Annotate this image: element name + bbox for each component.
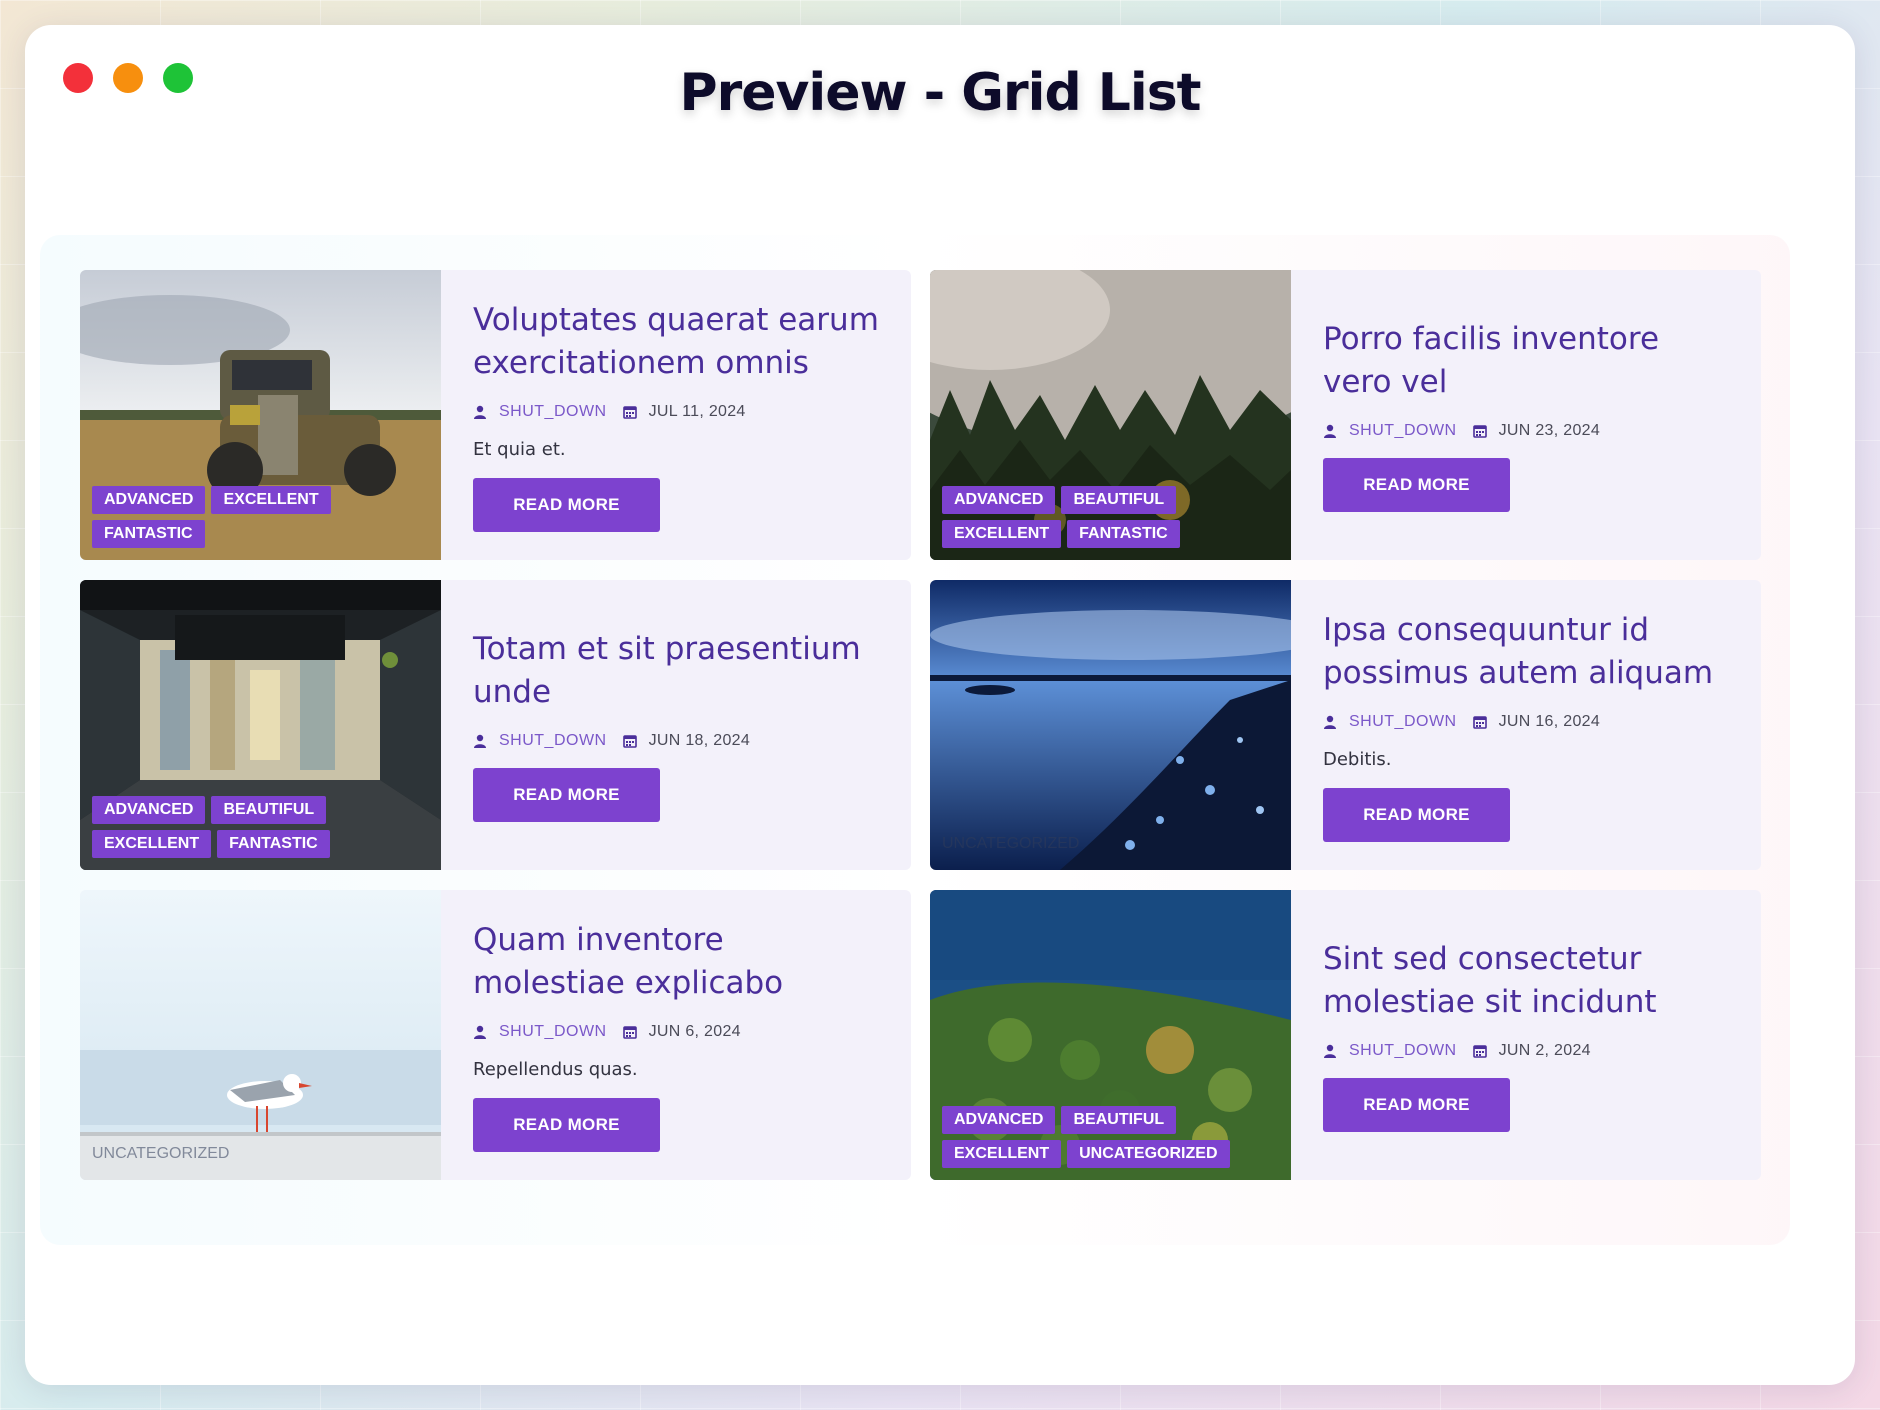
read-more-button[interactable]: READ MORE (473, 477, 660, 532)
tag-uncategorized[interactable]: UNCATEGORIZED (92, 1140, 229, 1168)
calendar-icon (622, 405, 637, 419)
post-thumbnail[interactable]: ADVANCED EXCELLENT FANTASTIC (80, 270, 441, 560)
tag-excellent[interactable]: EXCELLENT (92, 830, 212, 858)
post-card: UNCATEGORIZED Quam inventore molestiae e… (80, 890, 911, 1180)
post-author[interactable]: SHUT_DOWN (499, 1023, 607, 1041)
post-date: JUN 16, 2024 (1498, 712, 1601, 730)
tag-list: ADVANCED EXCELLENT FANTASTIC (92, 486, 435, 548)
tag-advanced[interactable]: ADVANCED (92, 486, 206, 514)
tag-excellent[interactable]: EXCELLENT (942, 1140, 1062, 1168)
post-author[interactable]: SHUT_DOWN (1349, 713, 1457, 731)
user-icon (1324, 715, 1336, 729)
read-more-button[interactable]: READ MORE (1323, 1078, 1510, 1132)
post-body: Voluptates quaerat earum exercitationem … (441, 270, 911, 560)
tag-fantastic[interactable]: FANTASTIC (92, 520, 205, 548)
post-title[interactable]: Voluptates quaerat earum exercitationem … (473, 299, 879, 385)
post-title[interactable]: Totam et sit praesentium unde (473, 628, 879, 714)
tag-beautiful[interactable]: BEAUTIFUL (1061, 486, 1177, 514)
post-meta: SHUT_DOWN JUN 18, 2024 (473, 732, 879, 750)
post-title[interactable]: Porro facilis inventore vero vel (1323, 318, 1729, 404)
tag-beautiful[interactable]: BEAUTIFUL (211, 796, 327, 824)
post-body: Quam inventore molestiae explicabo SHUT_… (441, 890, 911, 1180)
post-author[interactable]: SHUT_DOWN (1349, 422, 1457, 440)
calendar-icon (1472, 425, 1487, 438)
post-card: UNCATEGORIZED Ipsa consequuntur id possi… (930, 580, 1761, 870)
post-body: Sint sed consectetur molestiae sit incid… (1291, 890, 1761, 1180)
post-date: JUN 6, 2024 (648, 1022, 741, 1040)
post-thumbnail[interactable]: UNCATEGORIZED (80, 890, 441, 1180)
post-thumbnail[interactable]: ADVANCED BEAUTIFUL EXCELLENT FANTASTIC (80, 580, 441, 870)
tag-advanced[interactable]: ADVANCED (942, 1106, 1056, 1134)
tag-excellent[interactable]: EXCELLENT (942, 520, 1062, 548)
post-image (80, 890, 441, 1180)
tag-advanced[interactable]: ADVANCED (92, 796, 206, 824)
calendar-icon (1472, 1045, 1487, 1058)
post-thumbnail[interactable]: ADVANCED BEAUTIFUL EXCELLENT UNCATEGORIZED (930, 890, 1291, 1180)
tag-list: ADVANCED BEAUTIFUL EXCELLENT UNCATEGORIZED (942, 1106, 1285, 1168)
tag-list: ADVANCED BEAUTIFUL EXCELLENT FANTASTIC (92, 796, 435, 858)
user-icon (1324, 1044, 1336, 1058)
post-excerpt: Debitis. (1323, 748, 1392, 770)
post-meta: SHUT_DOWN JUL 11, 2024 (473, 403, 879, 421)
post-excerpt: Et quia et. (473, 438, 566, 460)
read-more-button[interactable]: READ MORE (473, 1097, 660, 1152)
read-more-button[interactable]: READ MORE (473, 768, 660, 822)
post-card: ADVANCED BEAUTIFUL EXCELLENT FANTASTIC Tota… (80, 580, 911, 870)
page-title: Preview - Grid List (679, 63, 1201, 123)
post-title[interactable]: Quam inventore molestiae explicabo (473, 919, 879, 1005)
tag-fantastic[interactable]: FANTASTIC (217, 830, 330, 858)
post-meta: SHUT_DOWN JUN 2, 2024 (1323, 1042, 1729, 1060)
post-author[interactable]: SHUT_DOWN (499, 732, 607, 750)
post-title[interactable]: Sint sed consectetur molestiae sit incid… (1323, 938, 1729, 1024)
post-grid: ADVANCED EXCELLENT FANTASTIC Voluptates qu… (80, 270, 1761, 1180)
post-body: Ipsa consequuntur id possimus autem aliq… (1291, 580, 1761, 870)
calendar-icon (622, 735, 637, 748)
user-icon (474, 1025, 486, 1039)
post-date: JUN 2, 2024 (1498, 1042, 1591, 1059)
post-title[interactable]: Ipsa consequuntur id possimus autem aliq… (1323, 609, 1729, 695)
read-more-button[interactable]: READ MORE (1323, 458, 1510, 512)
tag-uncategorized[interactable]: UNCATEGORIZED (942, 830, 1079, 858)
post-date: JUL 11, 2024 (648, 402, 746, 420)
post-card: ADVANCED EXCELLENT FANTASTIC Voluptates qu… (80, 270, 911, 560)
tag-advanced[interactable]: ADVANCED (942, 486, 1056, 514)
tag-fantastic[interactable]: FANTASTIC (1067, 520, 1180, 548)
post-meta: SHUT_DOWN JUN 23, 2024 (1323, 422, 1729, 440)
post-meta: SHUT_DOWN JUN 6, 2024 (473, 1023, 879, 1041)
tag-uncategorized[interactable]: UNCATEGORIZED (1067, 1140, 1230, 1168)
calendar-icon (1472, 715, 1487, 729)
post-author[interactable]: SHUT_DOWN (1349, 1042, 1457, 1060)
user-icon (474, 405, 486, 419)
post-date: JUN 23, 2024 (1498, 422, 1601, 439)
post-card: ADVANCED BEAUTIFUL EXCELLENT UNCATEGORIZED … (930, 890, 1761, 1180)
post-meta: SHUT_DOWN JUN 16, 2024 (1323, 713, 1729, 731)
post-image (930, 580, 1291, 870)
read-more-button[interactable]: READ MORE (1323, 787, 1510, 842)
post-thumbnail[interactable]: UNCATEGORIZED (930, 580, 1291, 870)
user-icon (1324, 424, 1336, 438)
tag-list: ADVANCED BEAUTIFUL EXCELLENT FANTASTIC (942, 486, 1285, 548)
post-card: ADVANCED BEAUTIFUL EXCELLENT FANTASTIC Porr… (930, 270, 1761, 560)
post-author[interactable]: SHUT_DOWN (499, 403, 607, 421)
user-icon (474, 734, 486, 748)
post-thumbnail[interactable]: ADVANCED BEAUTIFUL EXCELLENT FANTASTIC (930, 270, 1291, 560)
calendar-icon (622, 1025, 637, 1039)
tag-list: UNCATEGORIZED (92, 1140, 435, 1168)
tag-excellent[interactable]: EXCELLENT (211, 486, 331, 514)
tag-list: UNCATEGORIZED (942, 830, 1285, 858)
post-excerpt: Repellendus quas. (473, 1058, 638, 1080)
post-date: JUN 18, 2024 (648, 732, 751, 749)
post-body: Porro facilis inventore vero vel SHUT_DO… (1291, 270, 1761, 560)
tag-beautiful[interactable]: BEAUTIFUL (1061, 1106, 1177, 1134)
post-body: Totam et sit praesentium unde SHUT_DOWN … (441, 580, 911, 870)
